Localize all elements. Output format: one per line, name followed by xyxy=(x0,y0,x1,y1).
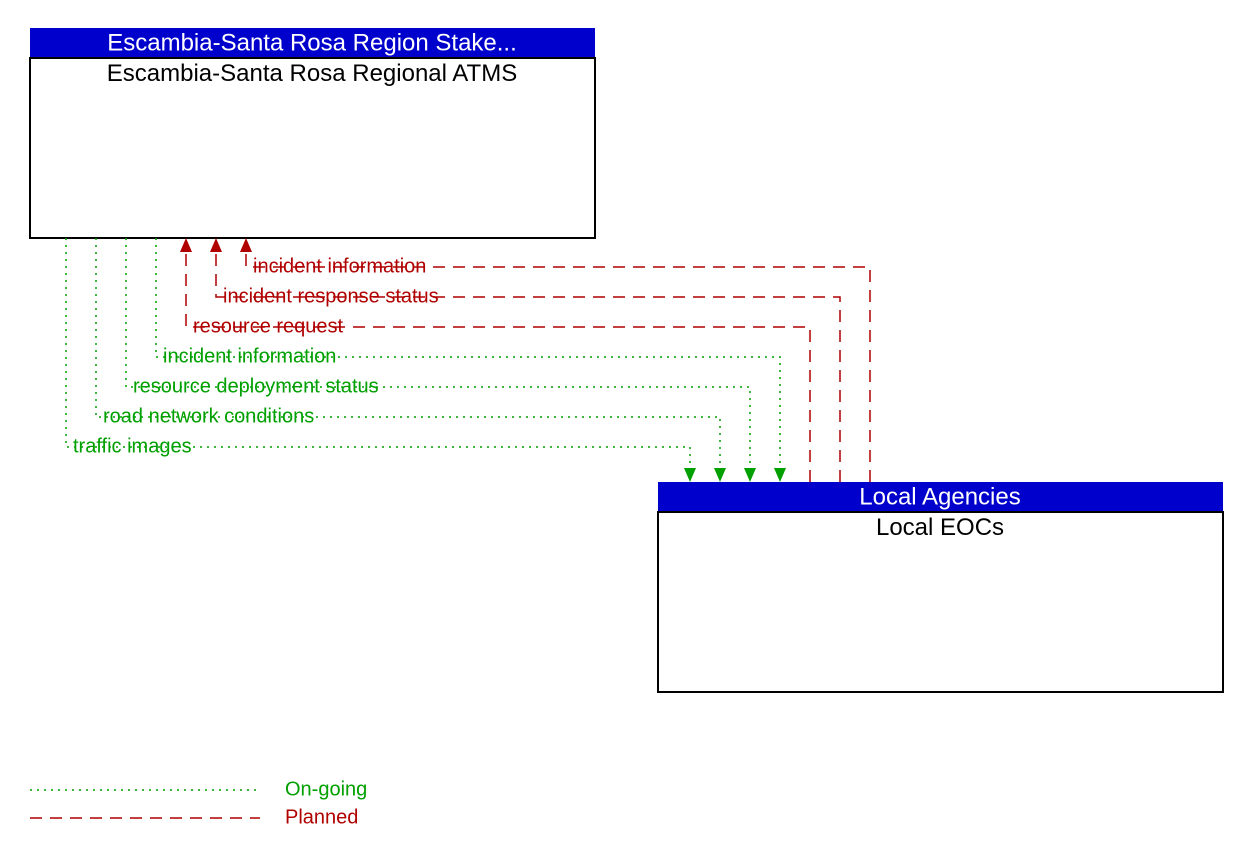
arrow-green-incident-information xyxy=(774,468,786,482)
arrow-green-road-network-conditions xyxy=(714,468,726,482)
top-box-body-text: Escambia-Santa Rosa Regional ATMS xyxy=(107,60,517,87)
top-box: Escambia-Santa Rosa Region Stake... Esca… xyxy=(30,28,595,238)
bottom-box: Local Agencies Local EOCs xyxy=(658,482,1223,692)
bottom-box-header-text: Local Agencies xyxy=(859,483,1020,510)
arrow-red-resource-request xyxy=(180,238,192,252)
label-green-incident-information: incident information xyxy=(163,345,336,367)
label-green-traffic-images: traffic images xyxy=(73,435,192,457)
arrow-green-traffic-images xyxy=(684,468,696,482)
arrow-red-incident-information xyxy=(240,238,252,252)
legend-label-ongoing: On-going xyxy=(285,778,367,800)
label-red-incident-information: incident information xyxy=(253,255,426,277)
label-green-resource-deployment-status: resource deployment status xyxy=(133,375,379,397)
label-red-resource-request: resource request xyxy=(193,315,344,337)
legend: On-going Planned xyxy=(30,778,367,828)
top-box-header-text: Escambia-Santa Rosa Region Stake... xyxy=(107,29,517,56)
architecture-diagram: Escambia-Santa Rosa Region Stake... Esca… xyxy=(0,0,1252,866)
label-green-road-network-conditions: road network conditions xyxy=(103,405,314,427)
label-red-incident-response-status: incident response status xyxy=(223,285,439,307)
arrow-red-incident-response-status xyxy=(210,238,222,252)
legend-label-planned: Planned xyxy=(285,806,358,828)
arrow-green-resource-deployment-status xyxy=(744,468,756,482)
bottom-box-body-text: Local EOCs xyxy=(876,514,1004,541)
